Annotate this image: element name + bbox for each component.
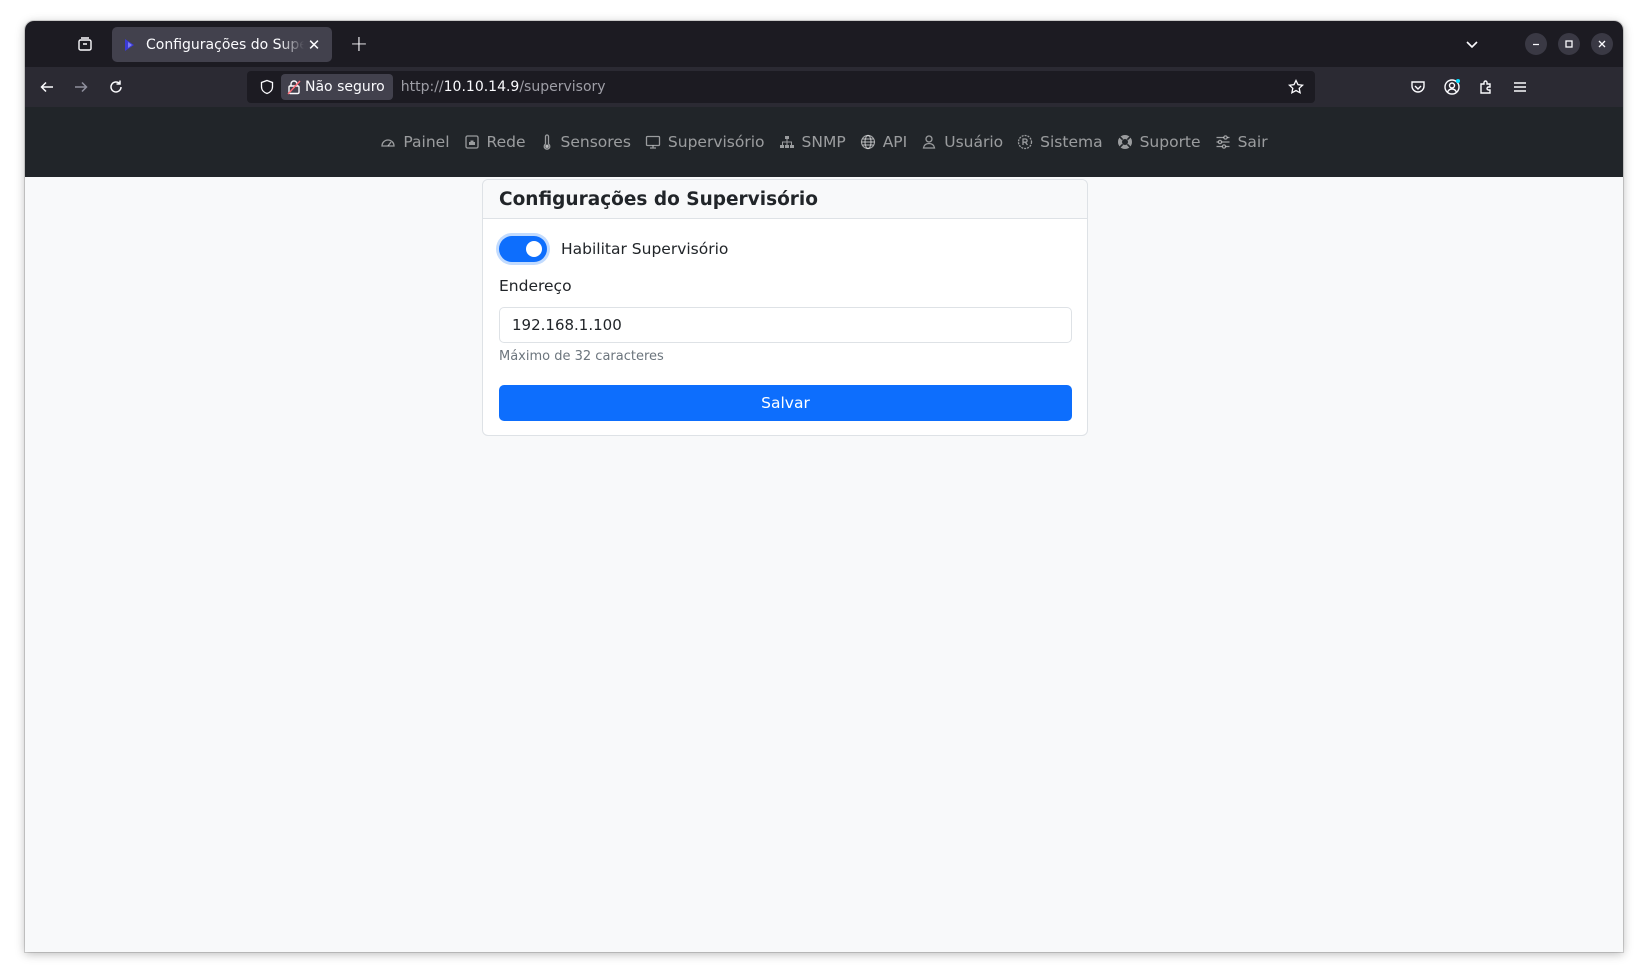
nav-item-rede[interactable]: Rede	[464, 133, 526, 151]
tab-close-icon[interactable]: ✕	[304, 35, 324, 55]
url-host: 10.10.14.9	[443, 79, 520, 95]
maximize-icon[interactable]	[1558, 33, 1580, 55]
nav-item-label: Painel	[403, 133, 450, 151]
browser-titlebar: Configurações do Supervisório ✕ +	[25, 21, 1623, 67]
nav-item-sistema[interactable]: Sistema	[1017, 133, 1103, 151]
nav-item-suporte[interactable]: Suporte	[1117, 133, 1201, 151]
globe-icon	[860, 134, 875, 150]
browser-window: Configurações do Supervisório ✕ +	[25, 21, 1623, 952]
enable-supervisory-row: Habilitar Supervisório	[499, 235, 1071, 263]
nav-item-painel[interactable]: Painel	[380, 133, 450, 151]
life-buoy-icon	[1117, 135, 1132, 149]
nav-item-sair[interactable]: Sair	[1215, 133, 1268, 151]
card-body: Habilitar Supervisório Endereço Máximo d…	[483, 219, 1087, 437]
nav-item-label: Usuário	[944, 133, 1004, 151]
browser-tab[interactable]: Configurações do Supervisório ✕	[112, 27, 332, 62]
person-icon	[922, 135, 936, 149]
tab-list-icon[interactable]	[69, 29, 101, 59]
nav-item-usuario[interactable]: Usuário	[921, 133, 1003, 151]
back-arrow-icon[interactable]	[31, 71, 63, 103]
reload-icon[interactable]	[100, 71, 132, 103]
enable-supervisory-label[interactable]: Habilitar Supervisório	[561, 240, 728, 258]
cpu-badge-icon	[1017, 134, 1033, 150]
bookmark-star-icon[interactable]	[1283, 74, 1309, 100]
monitor-icon	[645, 135, 661, 149]
card-header: Configurações do Supervisório	[483, 180, 1087, 219]
shield-icon[interactable]	[253, 71, 281, 103]
url-text[interactable]: http://10.10.14.9/supervisory	[401, 79, 606, 95]
nav-item-label: SNMP	[801, 133, 846, 151]
nav-item-supervisorio[interactable]: Supervisório	[645, 133, 765, 151]
thermometer-icon	[543, 134, 550, 150]
account-icon[interactable]	[1436, 71, 1468, 103]
security-indicator[interactable]: Não seguro	[281, 74, 393, 100]
nav-item-label: Sistema	[1040, 133, 1103, 151]
nav-item-label: Sair	[1237, 133, 1268, 151]
new-tab-button[interactable]: +	[343, 29, 375, 59]
extensions-icon[interactable]	[1470, 71, 1502, 103]
address-input[interactable]	[499, 307, 1072, 343]
chevron-down-icon[interactable]	[1457, 29, 1487, 59]
nav-item-label: Sensores	[560, 133, 631, 151]
url-path: /supervisory	[519, 79, 606, 95]
nav-item-label: API	[882, 133, 908, 151]
close-window-icon[interactable]	[1591, 33, 1613, 55]
nav-item-sensores[interactable]: Sensores	[540, 133, 631, 151]
nav-item-api[interactable]: API	[860, 133, 908, 151]
insecure-lock-icon	[287, 80, 301, 95]
url-bar[interactable]: Não seguro http://10.10.14.9/supervisory	[247, 71, 1315, 103]
speedometer-icon	[381, 139, 396, 147]
nav-item-snmp[interactable]: SNMP	[779, 133, 846, 151]
enable-supervisory-toggle[interactable]	[499, 236, 547, 262]
app-navbar: Painel Rede Sensores Supervisório SNMP A…	[25, 107, 1623, 177]
tab-title: Configurações do Supervisório	[146, 36, 304, 53]
supervisory-settings-card: Configurações do Supervisório Habilitar …	[482, 179, 1088, 436]
url-scheme: http://	[400, 79, 444, 95]
nav-item-label: Supervisório	[667, 133, 765, 151]
pocket-icon[interactable]	[1402, 71, 1434, 103]
minimize-icon[interactable]	[1525, 33, 1547, 55]
toggle-knob	[526, 241, 542, 257]
address-label: Endereço	[499, 277, 572, 295]
forward-arrow-icon[interactable]	[65, 71, 97, 103]
browser-toolbar: Não seguro http://10.10.14.9/supervisory	[25, 67, 1623, 107]
card-title: Configurações do Supervisório	[499, 188, 818, 210]
site-favicon-icon	[125, 38, 134, 51]
network-tree-icon	[779, 136, 794, 148]
address-help-text: Máximo de 32 caracteres	[499, 349, 664, 364]
nav-item-label: Suporte	[1139, 133, 1201, 151]
security-label: Não seguro	[305, 79, 385, 95]
save-button[interactable]: Salvar	[499, 385, 1072, 421]
sliders-icon	[1216, 135, 1230, 149]
nav-item-label: Rede	[486, 133, 526, 151]
hamburger-menu-icon[interactable]	[1504, 71, 1536, 103]
ethernet-icon	[464, 135, 479, 149]
